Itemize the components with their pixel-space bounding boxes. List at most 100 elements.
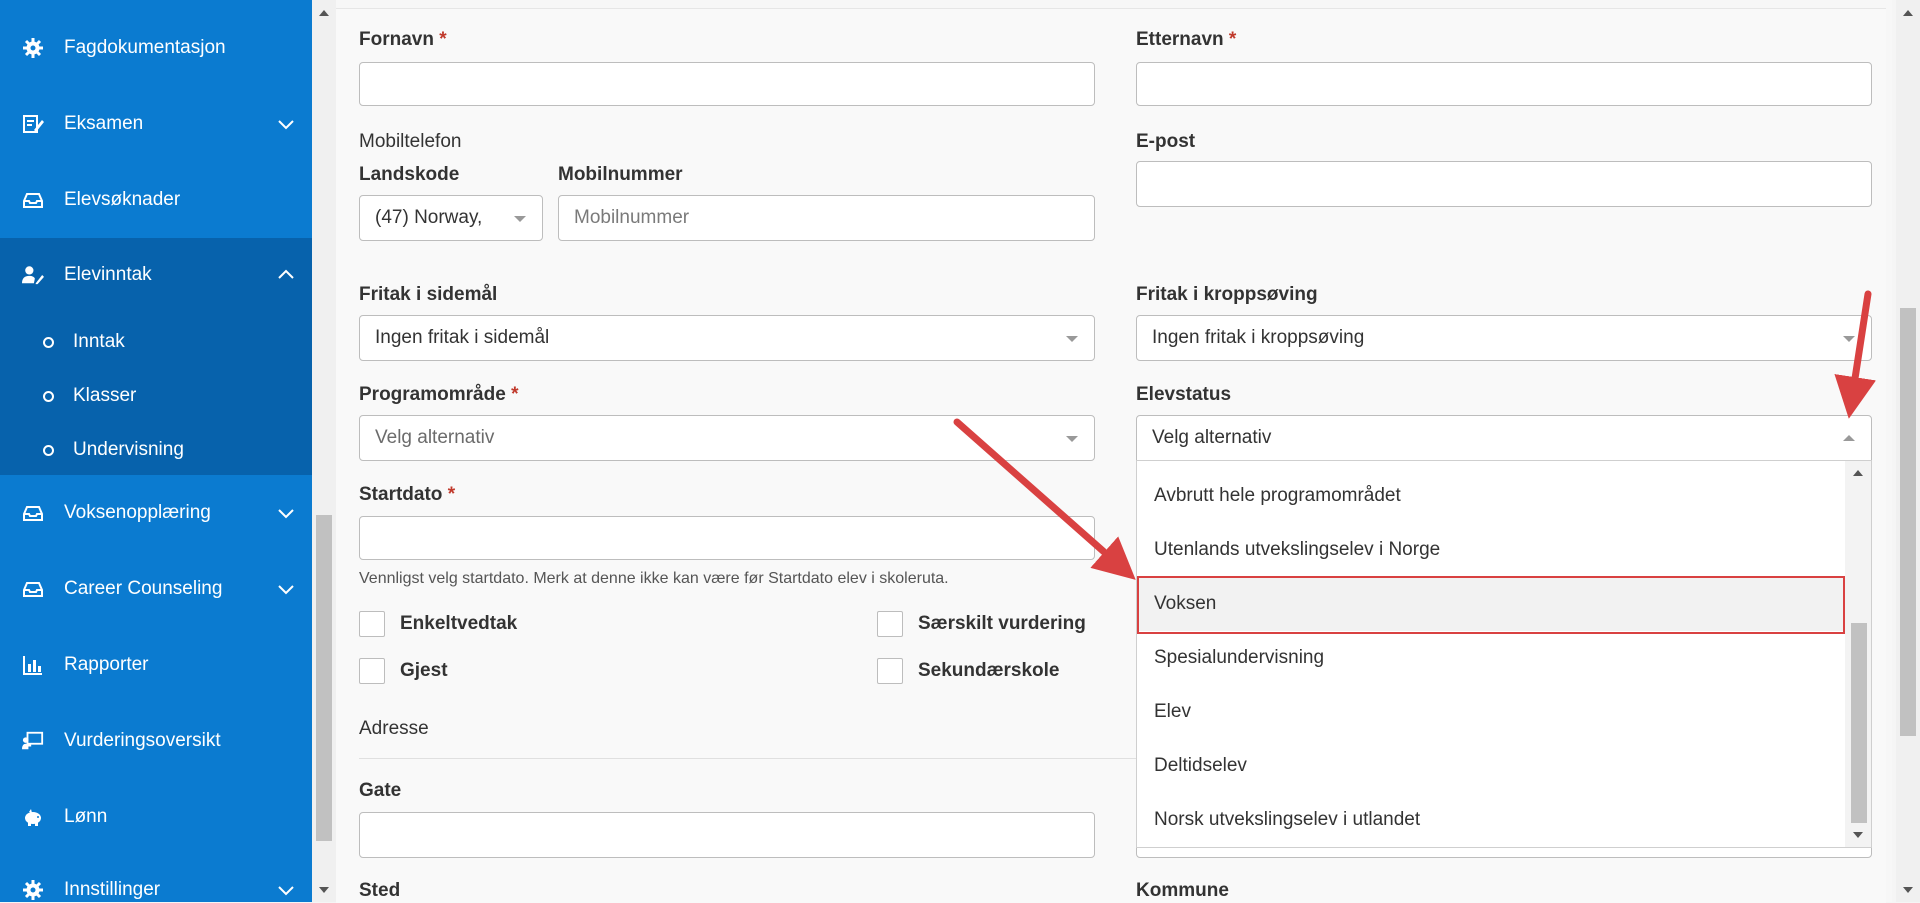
dropdown-option[interactable]: Spesialundervisning	[1137, 631, 1845, 685]
mobilnummer-input[interactable]	[558, 195, 1095, 241]
sidebar-item-label: Elevinntak	[64, 263, 152, 285]
chevron-down-icon	[278, 886, 294, 896]
dropdown-option[interactable]: Norsk utvekslingselev i utlandet	[1137, 793, 1845, 847]
caret-down-icon	[514, 216, 526, 222]
landskode-select[interactable]: (47) Norway,	[359, 195, 543, 241]
scrollbar-thumb[interactable]	[1851, 623, 1867, 823]
sidebar-item-lonn[interactable]: Lønn	[0, 779, 312, 855]
caret-down-icon	[1066, 336, 1078, 342]
scroll-up-icon[interactable]	[319, 10, 329, 16]
sidebar-item-label: Career Counseling	[64, 578, 223, 599]
sidebar-item-label: Elevsøknader	[64, 189, 181, 210]
startdato-help-text: Vennligst velg startdato. Merk at denne …	[359, 570, 949, 587]
sidebar-item-elevinntak[interactable]: Elevinntak	[0, 238, 312, 311]
circle-icon	[43, 390, 54, 402]
chevron-down-icon	[278, 120, 294, 130]
epost-input[interactable]	[1136, 161, 1872, 207]
startdato-label: Startdato *	[359, 484, 456, 505]
saerskilt-vurdering-label: Særskilt vurdering	[918, 613, 1086, 634]
fritak-kroppsoving-label: Fritak i kroppsøving	[1136, 284, 1318, 305]
piggy-bank-icon	[22, 806, 44, 828]
fritak-kroppsoving-value: Ingen fritak i kroppsøving	[1152, 327, 1365, 348]
sidebar-item-label: Vurderingsoversikt	[64, 730, 221, 751]
circle-icon	[43, 336, 54, 348]
gjest-label: Gjest	[400, 660, 448, 681]
scroll-up-icon[interactable]	[1903, 10, 1913, 16]
sidebar-item-rapporter[interactable]: Rapporter	[0, 627, 312, 703]
dropdown-option[interactable]: Deltidselev	[1137, 739, 1845, 793]
startdato-input[interactable]	[359, 516, 1095, 560]
enkeltvedtak-checkbox[interactable]: Enkeltvedtak	[359, 611, 517, 637]
fornavn-label: Fornavn *	[359, 29, 447, 50]
sidebar-subitem-klasser[interactable]: Klasser	[0, 371, 312, 421]
page-scrollbar[interactable]	[1896, 0, 1920, 902]
mobiltelefon-label: Mobiltelefon	[359, 131, 462, 152]
programomrade-value: Velg alternativ	[375, 427, 495, 448]
fritak-kroppsoving-select[interactable]: Ingen fritak i kroppsøving	[1136, 315, 1872, 361]
sidebar: Fagdokumentasjon Eksamen Elevsøknader El…	[0, 0, 312, 902]
landskode-label: Landskode	[359, 164, 460, 185]
scroll-down-icon[interactable]	[319, 887, 329, 893]
sidebar-item-vurderingsoversikt[interactable]: Vurderingsoversikt	[0, 703, 312, 779]
section-divider	[359, 758, 1139, 759]
sidebar-item-label: Lønn	[64, 806, 108, 827]
sidebar-item-label: Innstillinger	[64, 879, 161, 900]
kommune-label: Kommune	[1136, 880, 1229, 901]
checkbox-box[interactable]	[877, 611, 903, 637]
caret-down-icon	[1843, 336, 1855, 342]
dropdown-option-voksen[interactable]: Voksen	[1137, 577, 1845, 631]
inbox-icon	[22, 502, 44, 524]
gate-label: Gate	[359, 780, 402, 801]
gear-icon	[22, 879, 44, 901]
sidebar-subitem-undervisning[interactable]: Undervisning	[0, 425, 312, 475]
adresse-section-title: Adresse	[359, 718, 429, 739]
etternavn-label: Etternavn *	[1136, 29, 1237, 50]
sidebar-item-eksamen[interactable]: Eksamen	[0, 86, 312, 162]
elevinntak-submenu: Inntak Klasser Undervisning	[0, 311, 312, 475]
sidebar-item-label: Voksenopplæring	[64, 502, 211, 523]
scroll-down-icon[interactable]	[1903, 887, 1913, 893]
checkbox-box[interactable]	[359, 658, 385, 684]
sidebar-subitem-label: Inntak	[73, 331, 125, 352]
scroll-down-icon[interactable]	[1853, 832, 1863, 838]
elevstatus-value: Velg alternativ	[1152, 427, 1272, 448]
epost-label: E-post	[1136, 131, 1196, 152]
sidebar-item-label: Rapporter	[64, 654, 149, 675]
chevron-down-icon	[278, 509, 294, 519]
sidebar-item-voksenopplaering[interactable]: Voksenopplæring	[0, 475, 312, 551]
dropdown-option[interactable]: Elev	[1137, 685, 1845, 739]
elevstatus-label: Elevstatus	[1136, 384, 1232, 405]
bar-chart-icon	[22, 654, 44, 676]
sidebar-subitem-inntak[interactable]: Inntak	[0, 317, 312, 367]
saerskilt-vurdering-checkbox[interactable]: Særskilt vurdering	[877, 611, 1086, 637]
dropdown-option[interactable]: Avbrutt hele programområdet	[1137, 469, 1845, 523]
sekundarskole-label: Sekundærskole	[918, 660, 1060, 681]
etternavn-input[interactable]	[1136, 62, 1872, 106]
sted-label: Sted	[359, 880, 401, 901]
sidebar-item-innstillinger[interactable]: Innstillinger	[0, 852, 312, 902]
edit-icon	[22, 113, 44, 135]
dropdown-option[interactable]: Utenlands utvekslingselev i Norge	[1137, 523, 1845, 577]
programomrade-select[interactable]: Velg alternativ	[359, 415, 1095, 461]
sidebar-scrollbar[interactable]	[312, 0, 336, 902]
scrollbar-thumb[interactable]	[316, 515, 332, 841]
checkbox-box[interactable]	[877, 658, 903, 684]
caret-down-icon	[1066, 436, 1078, 442]
sidebar-item-fagdokumentasjon[interactable]: Fagdokumentasjon	[0, 10, 312, 86]
gjest-checkbox[interactable]: Gjest	[359, 658, 448, 684]
gate-input[interactable]	[359, 812, 1095, 858]
checkbox-box[interactable]	[359, 611, 385, 637]
dropdown-scrollbar[interactable]	[1845, 461, 1871, 847]
sidebar-item-elevsoknader[interactable]: Elevsøknader	[0, 162, 312, 238]
sidebar-item-career-counseling[interactable]: Career Counseling	[0, 551, 312, 627]
scrollbar-thumb[interactable]	[1900, 308, 1916, 736]
user-edit-icon	[22, 264, 44, 286]
elevstatus-dropdown-list[interactable]: Avbrutt hele programområdet Utenlands ut…	[1136, 460, 1872, 848]
elevstatus-select[interactable]: Velg alternativ	[1136, 415, 1872, 461]
fritak-sidemal-select[interactable]: Ingen fritak i sidemål	[359, 315, 1095, 361]
landskode-value: (47) Norway,	[375, 207, 483, 228]
scroll-up-icon[interactable]	[1853, 470, 1863, 476]
presentation-icon	[22, 730, 44, 752]
fornavn-input[interactable]	[359, 62, 1095, 106]
sekundarskole-checkbox[interactable]: Sekundærskole	[877, 658, 1060, 684]
